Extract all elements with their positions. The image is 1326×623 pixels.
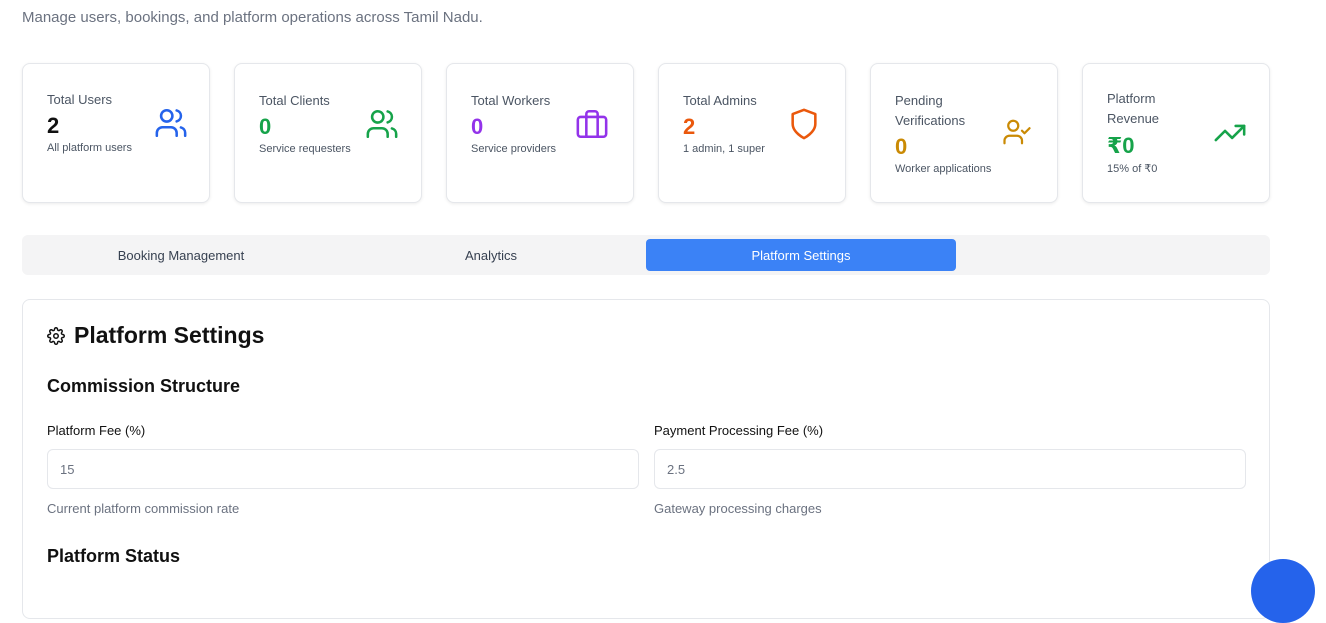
platform-fee-input[interactable] (47, 449, 639, 489)
stat-label: Platform Revenue (1107, 89, 1159, 129)
settings-panel: Platform Settings Commission Structure P… (22, 299, 1270, 619)
gear-icon (47, 326, 65, 345)
page-subtitle: Manage users, bookings, and platform ope… (22, 9, 483, 26)
tab-bar: Booking Management Analytics Platform Se… (22, 235, 1270, 275)
stat-card-platform-revenue: Platform Revenue ₹0 15% of ₹0 (1082, 63, 1270, 203)
stat-value: 0 (895, 134, 908, 159)
stat-value: 2 (683, 114, 696, 139)
stat-label-line: Revenue (1107, 111, 1160, 126)
stat-desc: 1 admin, 1 super (683, 143, 765, 155)
briefcase-icon (575, 107, 609, 141)
stat-label-line: Pending (895, 93, 943, 108)
settings-title-text: Platform Settings (74, 322, 265, 348)
user-check-icon (1002, 117, 1032, 147)
stat-card-pending-verifications: Pending Verifications 0 Worker applicati… (870, 63, 1058, 203)
stat-desc: Service providers (471, 143, 556, 155)
stat-label: Total Admins (683, 93, 757, 108)
stat-desc: Worker applications (895, 163, 992, 175)
stat-label: Total Clients (259, 93, 330, 108)
processing-fee-help: Gateway processing charges (654, 501, 822, 516)
floating-action-button[interactable] (1251, 559, 1315, 623)
platform-fee-label: Platform Fee (%) (47, 423, 146, 438)
trending-up-icon (1213, 116, 1247, 150)
platform-status-title: Platform Status (47, 546, 181, 566)
stat-label-line: Platform (1107, 91, 1156, 106)
stat-label: Pending Verifications (895, 91, 965, 131)
stat-desc: 15% of ₹0 (1107, 163, 1158, 175)
stat-value: 2 (47, 113, 60, 138)
stat-value: 0 (471, 114, 484, 139)
stat-label-line: Verifications (895, 113, 966, 128)
stat-label: Total Users (47, 92, 113, 107)
platform-fee-help: Current platform commission rate (47, 501, 240, 516)
stat-value: 0 (259, 114, 272, 139)
processing-fee-input[interactable] (654, 449, 1246, 489)
shield-icon (787, 107, 821, 141)
stat-value: ₹0 (1107, 133, 1135, 158)
stat-card-total-clients: Total Clients 0 Service requesters (234, 63, 422, 203)
users-icon (365, 107, 399, 141)
stat-card-total-admins: Total Admins 2 1 admin, 1 super (658, 63, 846, 203)
tab-platform-settings[interactable]: Platform Settings (646, 239, 956, 271)
stat-desc: Service requesters (259, 143, 351, 155)
commission-section-title: Commission Structure (47, 376, 241, 396)
settings-title: Platform Settings (47, 322, 264, 349)
tab-booking-management[interactable]: Booking Management (26, 239, 336, 271)
tab-analytics[interactable]: Analytics (336, 239, 646, 271)
stat-desc: All platform users (47, 142, 132, 154)
stat-card-total-workers: Total Workers 0 Service providers (446, 63, 634, 203)
processing-fee-label: Payment Processing Fee (%) (654, 423, 824, 438)
stat-card-total-users: Total Users 2 All platform users (22, 63, 210, 203)
users-icon (154, 106, 188, 140)
stat-label: Total Workers (471, 93, 551, 108)
